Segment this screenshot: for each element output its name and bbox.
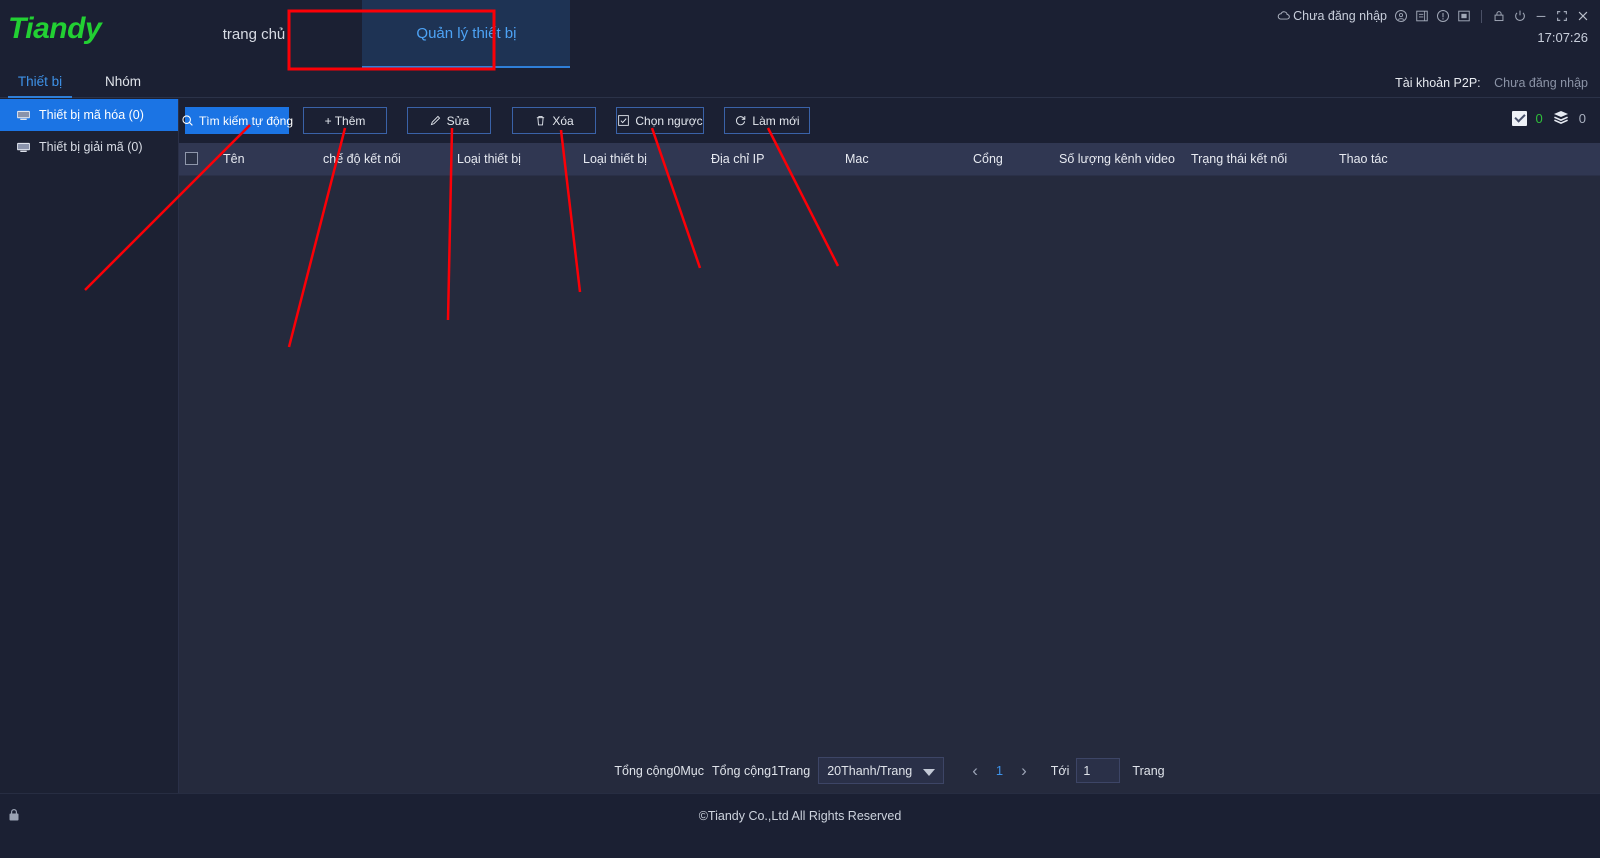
p2p-value: Chưa đăng nhập bbox=[1494, 76, 1588, 90]
column-header-name[interactable]: Tên bbox=[223, 143, 245, 176]
close-icon[interactable] bbox=[1576, 9, 1590, 23]
pagination-bar: Tổng cộng0Mục Tổng cộng1Trang 20Thanh/Tr… bbox=[179, 748, 1600, 793]
column-header-actions[interactable]: Thao tác bbox=[1339, 143, 1388, 176]
refresh-label: Làm mới bbox=[752, 114, 799, 128]
refresh-button[interactable]: Làm mới bbox=[724, 107, 810, 134]
screen-icon[interactable] bbox=[1457, 9, 1471, 23]
add-button[interactable]: + Thêm bbox=[303, 107, 387, 134]
goto-suffix-label: Trang bbox=[1132, 764, 1164, 778]
refresh-icon bbox=[734, 114, 747, 127]
edit-label: Sửa bbox=[447, 114, 470, 128]
p2p-account-info: Tài khoản P2P: Chưa đăng nhập bbox=[1395, 68, 1588, 98]
login-status-text: Chưa đăng nhập bbox=[1293, 9, 1387, 23]
total-pages-label: Tổng cộng1Trang bbox=[712, 764, 810, 778]
lock-icon[interactable] bbox=[1492, 9, 1506, 23]
goto-label: Tới bbox=[1051, 764, 1070, 778]
pencil-icon bbox=[429, 114, 442, 127]
column-header-device-type-1[interactable]: Loại thiết bị bbox=[457, 143, 521, 176]
chevron-down-icon bbox=[923, 769, 935, 776]
sidebar-item-label: Thiết bị giải mã (0) bbox=[39, 140, 143, 154]
selection-summary: 0 0 bbox=[1512, 109, 1586, 128]
copyright-text: ©Tiandy Co.,Ltd All Rights Reserved bbox=[0, 809, 1600, 823]
delete-label: Xóa bbox=[552, 114, 573, 128]
cloud-icon bbox=[1277, 9, 1291, 23]
column-header-mac[interactable]: Mac bbox=[845, 143, 869, 176]
title-bar: Tiandy trang chủ Quản lý thiết bị Chưa đ… bbox=[0, 0, 1600, 68]
cloud-login-status[interactable]: Chưa đăng nhập bbox=[1277, 9, 1387, 23]
goto-page-input[interactable] bbox=[1076, 758, 1120, 783]
column-header-ip-address[interactable]: Địa chỉ IP bbox=[711, 143, 765, 176]
page-number-1[interactable]: 1 bbox=[990, 763, 1009, 778]
tab-devices[interactable]: Thiết bị bbox=[8, 68, 72, 98]
sidebar: Thiết bị mã hóa (0) Thiết bị giải mã (0) bbox=[0, 99, 179, 793]
status-bar: ©Tiandy Co.,Ltd All Rights Reserved bbox=[0, 793, 1600, 858]
monitor-icon bbox=[16, 142, 31, 153]
p2p-label: Tài khoản P2P: bbox=[1395, 76, 1480, 90]
search-icon bbox=[181, 114, 194, 127]
monitor-icon bbox=[16, 110, 31, 121]
tab-groups[interactable]: Nhóm bbox=[95, 68, 151, 98]
selected-count: 0 bbox=[1536, 111, 1543, 126]
maximize-icon[interactable] bbox=[1555, 9, 1569, 23]
main-content: Tìm kiếm tự động + Thêm Sửa Xóa bbox=[179, 99, 1600, 793]
invert-selection-button[interactable]: Chọn ngược bbox=[616, 107, 704, 134]
device-toolbar: Tìm kiếm tự động + Thêm Sửa Xóa bbox=[179, 99, 1600, 143]
toolbar-divider bbox=[1481, 10, 1482, 23]
selected-check-icon[interactable] bbox=[1512, 111, 1527, 126]
alert-circle-icon[interactable] bbox=[1436, 9, 1450, 23]
edit-button[interactable]: Sửa bbox=[407, 107, 491, 134]
table-header-row: Tên chế độ kết nối Loại thiết bị Loại th… bbox=[179, 143, 1600, 176]
select-all-checkbox[interactable] bbox=[185, 152, 198, 165]
app-logo: Tiandy bbox=[8, 12, 101, 46]
total-items-label: Tổng cộng0Mục bbox=[614, 764, 704, 778]
application-window: Tiandy trang chủ Quản lý thiết bị Chưa đ… bbox=[0, 0, 1600, 858]
auto-search-label: Tìm kiếm tự động bbox=[199, 114, 293, 128]
sidebar-item-encoder-devices[interactable]: Thiết bị mã hóa (0) bbox=[0, 99, 178, 131]
delete-button[interactable]: Xóa bbox=[512, 107, 596, 134]
message-icon[interactable] bbox=[1415, 9, 1429, 23]
main-nav-tabs: trang chủ Quản lý thiết bị bbox=[150, 0, 570, 68]
auto-search-button[interactable]: Tìm kiếm tự động bbox=[185, 107, 289, 134]
column-header-device-type-2[interactable]: Loại thiết bị bbox=[583, 143, 647, 176]
column-header-connection-mode[interactable]: chế độ kết nối bbox=[323, 143, 401, 176]
window-controls-area: Chưa đăng nhập bbox=[1277, 6, 1590, 45]
next-page-button[interactable]: › bbox=[1009, 761, 1039, 781]
sidebar-item-decoder-devices[interactable]: Thiết bị giải mã (0) bbox=[0, 131, 178, 163]
column-header-video-channels[interactable]: Số lượng kênh video bbox=[1059, 143, 1175, 176]
sub-tab-bar: Thiết bị Nhóm Tài khoản P2P: Chưa đăng n… bbox=[0, 68, 1600, 98]
sidebar-item-label: Thiết bị mã hóa (0) bbox=[39, 108, 144, 122]
user-circle-icon[interactable] bbox=[1394, 9, 1408, 23]
group-count: 0 bbox=[1579, 111, 1586, 126]
clock: 17:07:26 bbox=[1277, 30, 1588, 45]
prev-page-button[interactable]: ‹ bbox=[960, 761, 990, 781]
nav-tab-device-management[interactable]: Quản lý thiết bị bbox=[362, 0, 570, 68]
table-body bbox=[179, 176, 1600, 748]
check-square-icon bbox=[617, 114, 630, 127]
column-header-port[interactable]: Cổng bbox=[973, 143, 1003, 176]
layers-icon[interactable] bbox=[1552, 109, 1570, 128]
trash-icon bbox=[534, 114, 547, 127]
invert-label: Chọn ngược bbox=[635, 114, 702, 128]
column-header-connection-status[interactable]: Trạng thái kết nối bbox=[1191, 143, 1287, 176]
nav-tab-home[interactable]: trang chủ bbox=[150, 0, 358, 68]
page-size-value: 20Thanh/Trang bbox=[827, 764, 912, 778]
minimize-icon[interactable] bbox=[1534, 9, 1548, 23]
add-label: + Thêm bbox=[325, 114, 366, 128]
power-icon[interactable] bbox=[1513, 9, 1527, 23]
page-size-select[interactable]: 20Thanh/Trang bbox=[818, 757, 944, 784]
